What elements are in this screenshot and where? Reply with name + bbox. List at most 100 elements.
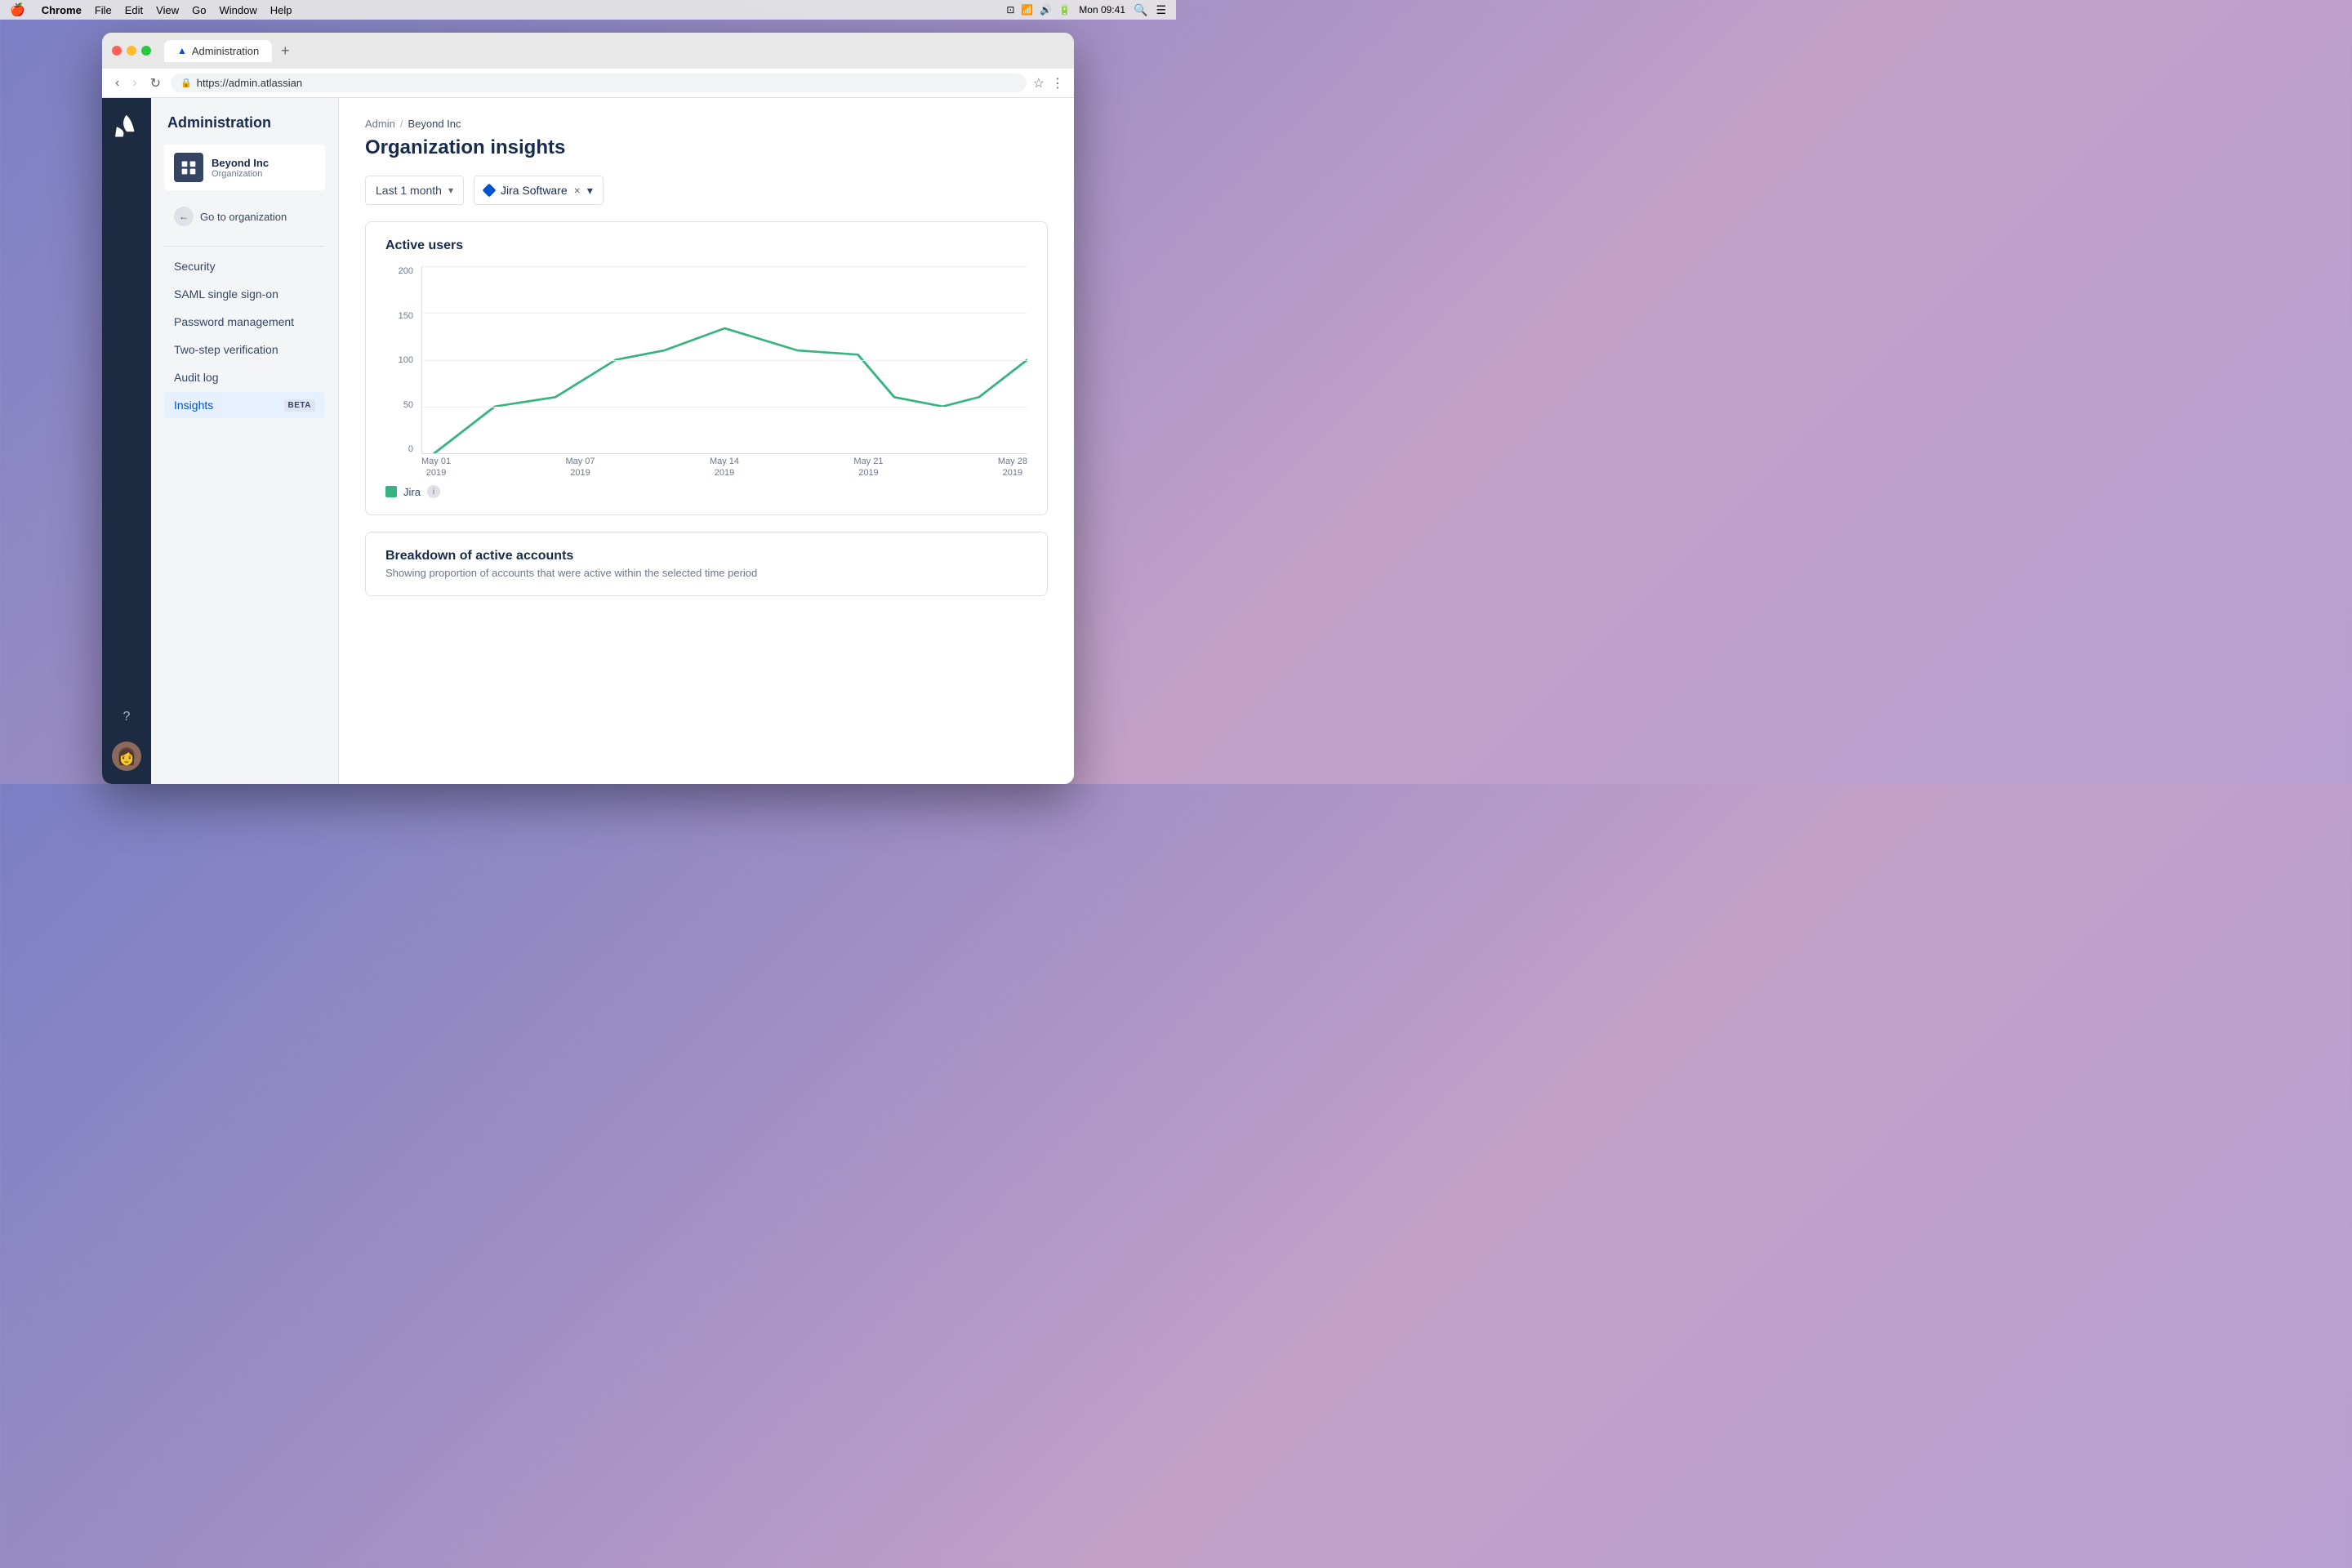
breakdown-title: Breakdown of active accounts (385, 549, 1027, 564)
menu-app-name[interactable]: Chrome (42, 4, 82, 16)
wifi-icon: 📶 (1021, 4, 1033, 16)
active-tab[interactable]: ▲ Administration (164, 40, 272, 62)
chevron-down-icon: ▾ (448, 185, 453, 196)
bookmark-button[interactable]: ☆ (1033, 75, 1045, 91)
user-avatar[interactable]: 👩 (112, 742, 141, 771)
org-info: Beyond Inc Organization (212, 157, 269, 179)
forward-button[interactable]: › (129, 73, 140, 94)
menu-bar-time: Mon 09:41 (1079, 4, 1125, 16)
breadcrumb-current: Beyond Inc (408, 118, 461, 130)
chart-plot (421, 266, 1027, 454)
nav-divider (164, 246, 325, 247)
address-bar: ‹ › ↻ 🔒 https://admin.atlassian ☆ ⋮ (102, 69, 1074, 98)
url-bar[interactable]: 🔒 https://admin.atlassian (171, 74, 1027, 92)
x-label-may07: May 07 2019 (565, 456, 595, 479)
left-nav: Administration Beyond Inc Organization (151, 98, 339, 784)
menu-view[interactable]: View (156, 4, 179, 16)
menu-bar-left: 🍎 Chrome File Edit View Go Window Help (10, 2, 292, 17)
airplay-icon: ⊡ (1006, 4, 1014, 16)
close-button[interactable] (112, 46, 122, 56)
breakdown-subtitle: Showing proportion of accounts that were… (385, 567, 1027, 579)
menu-edit[interactable]: Edit (125, 4, 143, 16)
menu-go[interactable]: Go (192, 4, 206, 16)
list-icon[interactable]: ☰ (1156, 3, 1166, 17)
legend-info-icon[interactable]: i (427, 485, 440, 498)
y-label-150: 150 (399, 311, 418, 321)
menu-bar-right: ⊡ 📶 🔊 🔋 Mon 09:41 🔍 ☰ (1006, 0, 1166, 20)
volume-icon: 🔊 (1040, 4, 1052, 16)
new-tab-button[interactable]: + (275, 41, 295, 60)
time-period-filter[interactable]: Last 1 month ▾ (365, 176, 464, 205)
nav-item-two-step[interactable]: Two-step verification (164, 336, 325, 363)
go-to-org-label: Go to organization (200, 211, 287, 223)
page-title: Organization insights (365, 136, 1048, 159)
menu-window[interactable]: Window (219, 4, 256, 16)
filters-row: Last 1 month ▾ Jira Software × ▾ (365, 176, 1048, 205)
back-button[interactable]: ‹ (112, 73, 122, 94)
breadcrumb-sep: / (400, 118, 403, 130)
nav-item-saml[interactable]: SAML single sign-on (164, 281, 325, 307)
dark-sidebar-bottom: ? 👩 (112, 702, 141, 771)
title-bar: ▲ Administration + (102, 33, 1074, 69)
search-icon[interactable]: 🔍 (1134, 3, 1147, 17)
y-label-0: 0 (408, 444, 418, 454)
help-button[interactable]: ? (112, 702, 141, 732)
atlassian-logo (112, 111, 141, 140)
nav-item-password[interactable]: Password management (164, 309, 325, 335)
org-icon (174, 153, 203, 182)
apple-icon[interactable]: 🍎 (10, 2, 25, 17)
url-text: https://admin.atlassian (197, 77, 302, 89)
product-close-button[interactable]: × (574, 184, 581, 197)
nav-item-audit[interactable]: Audit log (164, 364, 325, 390)
product-diamond-icon (482, 184, 496, 198)
nav-item-security[interactable]: Security (164, 253, 325, 279)
x-label-may14: May 14 2019 (710, 456, 739, 479)
menu-file[interactable]: File (95, 4, 112, 16)
breadcrumb-admin[interactable]: Admin (365, 118, 395, 130)
menu-bar-controls: ⊡ 📶 🔊 🔋 (1006, 4, 1071, 16)
nav-item-insights[interactable]: Insights BETA (164, 392, 325, 418)
product-chevron-icon: ▾ (587, 184, 593, 198)
refresh-button[interactable]: ↻ (147, 72, 164, 95)
x-label-may28: May 28 2019 (998, 456, 1027, 479)
chart-yaxis: 200 150 100 50 0 (385, 266, 418, 454)
menu-bar: 🍎 Chrome File Edit View Go Window Help ⊡… (0, 0, 1176, 20)
go-to-org-link[interactable]: ← Go to organization (164, 200, 325, 233)
legend-label-jira: Jira (403, 486, 421, 498)
chart-legend: Jira i (385, 485, 1027, 498)
time-period-label: Last 1 month (376, 184, 442, 197)
address-right: ☆ ⋮ (1033, 75, 1064, 91)
org-card: Beyond Inc Organization (164, 145, 325, 190)
y-label-50: 50 (403, 400, 418, 410)
menu-help[interactable]: Help (270, 4, 292, 16)
nav-title: Administration (164, 114, 325, 131)
go-to-org-icon: ← (174, 207, 194, 226)
traffic-lights (112, 46, 151, 56)
y-label-200: 200 (399, 266, 418, 276)
legend-color-jira (385, 486, 397, 497)
grid-line-100 (422, 360, 1027, 361)
grid-line-200 (422, 266, 1027, 267)
y-label-100: 100 (399, 355, 418, 365)
chart-title: Active users (385, 238, 1027, 253)
tab-favicon: ▲ (177, 45, 187, 56)
fullscreen-button[interactable] (141, 46, 151, 56)
product-filter[interactable]: Jira Software × ▾ (474, 176, 604, 205)
lock-icon: 🔒 (180, 78, 192, 88)
beta-badge: BETA (284, 399, 315, 412)
breakdown-card: Breakdown of active accounts Showing pro… (365, 532, 1048, 596)
insights-label: Insights (174, 399, 213, 412)
grid-line-150 (422, 313, 1027, 314)
tab-label: Administration (192, 45, 259, 57)
more-button[interactable]: ⋮ (1051, 75, 1064, 91)
chart-xaxis: May 01 2019 May 07 2019 May 14 2019 Ma (421, 456, 1027, 479)
x-label-may01: May 01 2019 (421, 456, 451, 479)
active-users-chart-card: Active users 200 150 100 50 0 (365, 221, 1048, 515)
main-content: Admin / Beyond Inc Organization insights… (339, 98, 1074, 784)
org-name: Beyond Inc (212, 157, 269, 169)
app-layout: ? 👩 Administration Beyo (102, 98, 1074, 784)
minimize-button[interactable] (127, 46, 136, 56)
product-name-label: Jira Software (501, 184, 568, 197)
chart-area: 200 150 100 50 0 (385, 266, 1027, 479)
org-sub: Organization (212, 169, 269, 179)
